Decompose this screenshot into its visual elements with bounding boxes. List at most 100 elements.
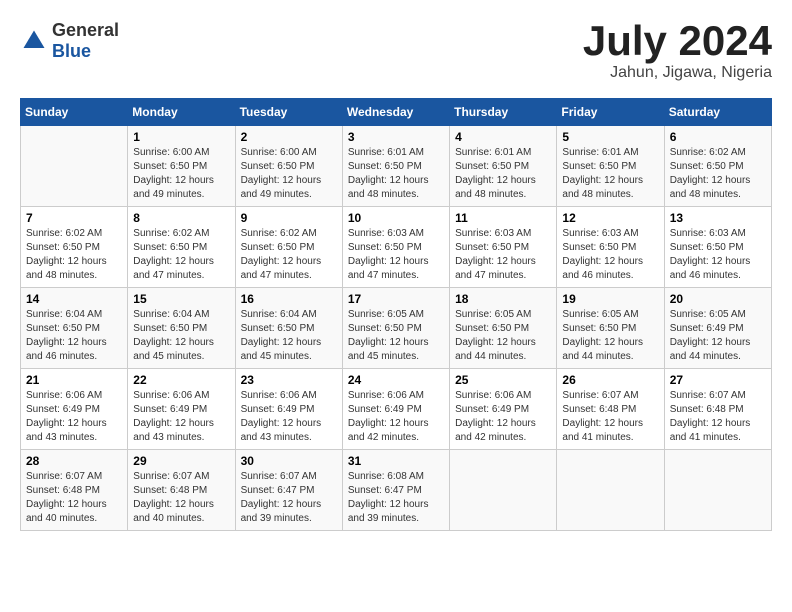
day-number: 22 (133, 373, 229, 387)
calendar-cell: 20Sunrise: 6:05 AM Sunset: 6:49 PM Dayli… (664, 288, 771, 369)
day-number: 14 (26, 292, 122, 306)
calendar-cell: 23 Sunrise: 6:06 AM Sunset: 6:49 PM Dayli… (235, 369, 342, 450)
week-row-3: 14 Sunrise: 6:04 AM Sunset: 6:50 PM Dayli… (21, 288, 772, 369)
day-number: 31 (348, 454, 444, 468)
day-info: Sunrise: 6:02 AM Sunset: 6:50 PM Dayligh… (670, 146, 766, 202)
day-number: 3 (348, 130, 444, 144)
day-number: 4 (455, 130, 551, 144)
calendar-cell: 26 Sunrise: 6:07 AM Sunset: 6:48 PM Dayli… (557, 369, 664, 450)
day-number: 29 (133, 454, 229, 468)
day-number: 26 (562, 373, 658, 387)
day-number: 16 (241, 292, 337, 306)
day-info: Sunrise: 6:06 AM Sunset: 6:49 PM Dayligh… (241, 389, 337, 445)
day-info: Sunrise: 6:02 AM Sunset: 6:50 PM Dayligh… (133, 227, 229, 283)
day-info: Sunrise: 6:07 AM Sunset: 6:48 PM Dayligh… (133, 470, 229, 526)
calendar-cell: 5 Sunrise: 6:01 AM Sunset: 6:50 PM Daylig… (557, 126, 664, 207)
calendar-cell (557, 450, 664, 531)
calendar-table: SundayMondayTuesdayWednesdayThursdayFrid… (20, 98, 772, 531)
day-number: 8 (133, 211, 229, 225)
day-info: Sunrise: 6:00 AM Sunset: 6:50 PM Dayligh… (241, 146, 337, 202)
week-row-1: 1 Sunrise: 6:00 AM Sunset: 6:50 PM Daylig… (21, 126, 772, 207)
day-info: Sunrise: 6:01 AM Sunset: 6:50 PM Dayligh… (348, 146, 444, 202)
calendar-cell: 17Sunrise: 6:05 AM Sunset: 6:50 PM Dayli… (342, 288, 449, 369)
day-info: Sunrise: 6:07 AM Sunset: 6:48 PM Dayligh… (670, 389, 766, 445)
day-number: 12 (562, 211, 658, 225)
calendar-cell: 15Sunrise: 6:04 AM Sunset: 6:50 PM Dayli… (128, 288, 235, 369)
calendar-cell: 8 Sunrise: 6:02 AM Sunset: 6:50 PM Daylig… (128, 207, 235, 288)
calendar-cell (21, 126, 128, 207)
calendar-cell: 6 Sunrise: 6:02 AM Sunset: 6:50 PM Daylig… (664, 126, 771, 207)
day-number: 15 (133, 292, 229, 306)
day-info: Sunrise: 6:05 AM Sunset: 6:49 PM Dayligh… (670, 308, 766, 364)
calendar-cell (450, 450, 557, 531)
day-info: Sunrise: 6:02 AM Sunset: 6:50 PM Dayligh… (26, 227, 122, 283)
day-number: 25 (455, 373, 551, 387)
day-number: 21 (26, 373, 122, 387)
calendar-cell: 22 Sunrise: 6:06 AM Sunset: 6:49 PM Dayli… (128, 369, 235, 450)
day-number: 6 (670, 130, 766, 144)
logo: General Blue (20, 20, 119, 62)
calendar-cell: 1 Sunrise: 6:00 AM Sunset: 6:50 PM Daylig… (128, 126, 235, 207)
calendar-cell: 29 Sunrise: 6:07 AM Sunset: 6:48 PM Dayli… (128, 450, 235, 531)
day-number: 27 (670, 373, 766, 387)
day-info: Sunrise: 6:07 AM Sunset: 6:48 PM Dayligh… (562, 389, 658, 445)
day-info: Sunrise: 6:05 AM Sunset: 6:50 PM Dayligh… (562, 308, 658, 364)
day-info: Sunrise: 6:01 AM Sunset: 6:50 PM Dayligh… (455, 146, 551, 202)
day-info: Sunrise: 6:00 AM Sunset: 6:50 PM Dayligh… (133, 146, 229, 202)
day-number: 19 (562, 292, 658, 306)
calendar-cell: 19 Sunrise: 6:05 AM Sunset: 6:50 PM Dayli… (557, 288, 664, 369)
page-header: General Blue July 2024 Jahun, Jigawa, Ni… (20, 20, 772, 82)
day-info: Sunrise: 6:06 AM Sunset: 6:49 PM Dayligh… (348, 389, 444, 445)
calendar-cell: 24Sunrise: 6:06 AM Sunset: 6:49 PM Dayli… (342, 369, 449, 450)
header-cell-friday: Friday (557, 99, 664, 126)
day-number: 13 (670, 211, 766, 225)
calendar-cell: 10 Sunrise: 6:03 AM Sunset: 6:50 PM Dayli… (342, 207, 449, 288)
day-number: 10 (348, 211, 444, 225)
day-number: 5 (562, 130, 658, 144)
day-number: 2 (241, 130, 337, 144)
calendar-cell: 16 Sunrise: 6:04 AM Sunset: 6:50 PM Dayli… (235, 288, 342, 369)
day-number: 30 (241, 454, 337, 468)
day-number: 1 (133, 130, 229, 144)
day-info: Sunrise: 6:06 AM Sunset: 6:49 PM Dayligh… (133, 389, 229, 445)
calendar-cell: 7 Sunrise: 6:02 AM Sunset: 6:50 PM Daylig… (21, 207, 128, 288)
header-cell-saturday: Saturday (664, 99, 771, 126)
day-info: Sunrise: 6:04 AM Sunset: 6:50 PM Dayligh… (26, 308, 122, 364)
day-number: 23 (241, 373, 337, 387)
header-cell-monday: Monday (128, 99, 235, 126)
calendar-cell: 3 Sunrise: 6:01 AM Sunset: 6:50 PM Daylig… (342, 126, 449, 207)
day-info: Sunrise: 6:01 AM Sunset: 6:50 PM Dayligh… (562, 146, 658, 202)
day-info: Sunrise: 6:03 AM Sunset: 6:50 PM Dayligh… (670, 227, 766, 283)
day-info: Sunrise: 6:02 AM Sunset: 6:50 PM Dayligh… (241, 227, 337, 283)
day-info: Sunrise: 6:07 AM Sunset: 6:47 PM Dayligh… (241, 470, 337, 526)
day-info: Sunrise: 6:07 AM Sunset: 6:48 PM Dayligh… (26, 470, 122, 526)
day-info: Sunrise: 6:04 AM Sunset: 6:50 PM Dayligh… (241, 308, 337, 364)
day-number: 28 (26, 454, 122, 468)
calendar-cell: 27 Sunrise: 6:07 AM Sunset: 6:48 PM Dayli… (664, 369, 771, 450)
logo-blue: Blue (52, 41, 119, 62)
calendar-cell: 18 Sunrise: 6:05 AM Sunset: 6:50 PM Dayli… (450, 288, 557, 369)
day-info: Sunrise: 6:05 AM Sunset: 6:50 PM Dayligh… (455, 308, 551, 364)
day-number: 11 (455, 211, 551, 225)
header-row: SundayMondayTuesdayWednesdayThursdayFrid… (21, 99, 772, 126)
logo-general: General (52, 20, 119, 41)
header-cell-tuesday: Tuesday (235, 99, 342, 126)
day-number: 7 (26, 211, 122, 225)
calendar-cell: 11Sunrise: 6:03 AM Sunset: 6:50 PM Dayli… (450, 207, 557, 288)
day-info: Sunrise: 6:06 AM Sunset: 6:49 PM Dayligh… (455, 389, 551, 445)
calendar-cell: 31 Sunrise: 6:08 AM Sunset: 6:47 PM Dayli… (342, 450, 449, 531)
day-info: Sunrise: 6:06 AM Sunset: 6:49 PM Dayligh… (26, 389, 122, 445)
logo-icon (20, 27, 48, 55)
calendar-cell: 30 Sunrise: 6:07 AM Sunset: 6:47 PM Dayli… (235, 450, 342, 531)
month-title: July 2024 (583, 20, 772, 62)
calendar-cell: 4 Sunrise: 6:01 AM Sunset: 6:50 PM Daylig… (450, 126, 557, 207)
day-info: Sunrise: 6:03 AM Sunset: 6:50 PM Dayligh… (348, 227, 444, 283)
week-row-5: 28 Sunrise: 6:07 AM Sunset: 6:48 PM Dayli… (21, 450, 772, 531)
day-number: 18 (455, 292, 551, 306)
day-info: Sunrise: 6:08 AM Sunset: 6:47 PM Dayligh… (348, 470, 444, 526)
location: Jahun, Jigawa, Nigeria (583, 64, 772, 82)
day-number: 9 (241, 211, 337, 225)
header-cell-thursday: Thursday (450, 99, 557, 126)
day-info: Sunrise: 6:05 AM Sunset: 6:50 PM Dayligh… (348, 308, 444, 364)
title-block: July 2024 Jahun, Jigawa, Nigeria (583, 20, 772, 82)
